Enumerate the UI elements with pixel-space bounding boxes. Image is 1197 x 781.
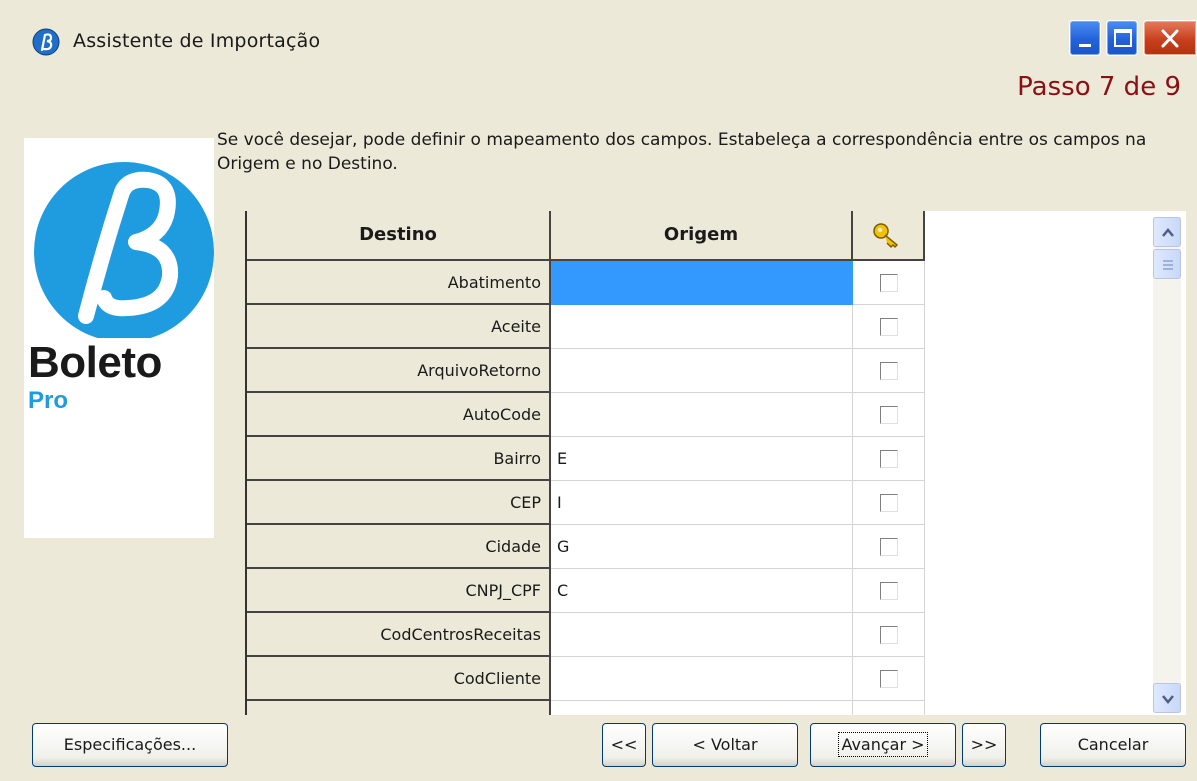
import-wizard-window: Assistente de Importação Passo 7 de 9 Bo…	[0, 0, 1197, 781]
logo-subtitle: Pro	[28, 387, 69, 414]
scroll-up-button[interactable]	[1153, 217, 1181, 247]
origem-cell[interactable]: E	[551, 437, 853, 481]
back-button-label: < Voltar	[692, 735, 758, 754]
field-mapping-grid[interactable]: Destino Origem Abatimento Aceite ArquivoRe…	[234, 211, 1186, 715]
key-cell	[853, 525, 925, 569]
key-icon	[873, 223, 898, 248]
destino-cell: Abatimento	[247, 261, 551, 305]
destino-cell: CEP	[247, 481, 551, 525]
grid-content: Destino Origem Abatimento Aceite ArquivoRe…	[234, 211, 1153, 715]
table-row[interactable]: Bairro E	[247, 437, 925, 481]
destino-cell: Cidade	[247, 525, 551, 569]
title-bar[interactable]: Assistente de Importação	[0, 0, 1197, 82]
table-row[interactable]: Abatimento	[247, 261, 925, 305]
last-step-button-label: >>	[970, 735, 998, 754]
instructions-text: Se você desejar, pode definir o mapeamen…	[217, 130, 1147, 174]
origem-cell[interactable]: C	[551, 569, 853, 613]
chevron-down-icon	[1162, 695, 1174, 704]
origem-cell[interactable]	[551, 261, 853, 305]
key-checkbox[interactable]	[880, 582, 898, 600]
table-row-partial	[247, 701, 925, 715]
step-indicator: Passo 7 de 9	[1017, 72, 1181, 102]
maximize-icon	[1114, 29, 1132, 47]
table-row[interactable]: Aceite	[247, 305, 925, 349]
key-checkbox[interactable]	[880, 318, 898, 336]
app-icon	[32, 28, 60, 56]
key-checkbox[interactable]	[880, 450, 898, 468]
key-checkbox[interactable]	[880, 626, 898, 644]
key-checkbox[interactable]	[880, 274, 898, 292]
column-header-origem[interactable]: Origem	[551, 211, 853, 261]
key-checkbox[interactable]	[880, 494, 898, 512]
grip-icon	[1163, 260, 1173, 270]
table-row[interactable]: CNPJ_CPF C	[247, 569, 925, 613]
destino-cell: CodCliente	[247, 657, 551, 701]
first-step-button-label: <<	[610, 735, 638, 754]
boleto-pro-logo	[34, 162, 214, 338]
last-step-button[interactable]: >>	[962, 723, 1006, 767]
key-cell	[853, 349, 925, 393]
window-title: Assistente de Importação	[73, 30, 321, 52]
key-cell	[853, 437, 925, 481]
next-button-label: Avançar >	[838, 732, 928, 757]
close-icon	[1161, 29, 1179, 48]
origem-cell[interactable]	[551, 613, 853, 657]
next-button[interactable]: Avançar >	[810, 723, 956, 767]
origem-cell[interactable]: I	[551, 481, 853, 525]
destino-cell: AutoCode	[247, 393, 551, 437]
key-cell	[853, 305, 925, 349]
key-cell	[853, 261, 925, 305]
destino-cell: Bairro	[247, 437, 551, 481]
close-button[interactable]	[1143, 20, 1197, 56]
key-checkbox[interactable]	[880, 362, 898, 380]
chevron-up-icon	[1162, 228, 1174, 237]
origem-cell	[551, 701, 853, 715]
destino-cell: Aceite	[247, 305, 551, 349]
scroll-down-button[interactable]	[1153, 683, 1181, 713]
key-cell	[853, 393, 925, 437]
key-checkbox[interactable]	[880, 538, 898, 556]
specifications-button-label: Especificações...	[63, 735, 197, 754]
cancel-button[interactable]: Cancelar	[1040, 723, 1186, 767]
minimize-icon	[1079, 44, 1091, 47]
destino-cell: CNPJ_CPF	[247, 569, 551, 613]
key-cell	[853, 701, 925, 715]
specifications-button[interactable]: Especificações...	[32, 723, 228, 767]
logo-wordmark: Boleto	[28, 338, 162, 387]
column-header-key[interactable]	[853, 211, 925, 261]
destino-cell	[247, 701, 551, 715]
key-cell	[853, 657, 925, 701]
column-header-destino[interactable]: Destino	[247, 211, 551, 261]
table-row[interactable]: CodCliente	[247, 657, 925, 701]
key-cell	[853, 569, 925, 613]
logo-panel: Boleto Pro	[24, 138, 214, 538]
row-indicator-column	[234, 211, 247, 715]
origem-cell[interactable]: G	[551, 525, 853, 569]
key-cell	[853, 481, 925, 525]
origem-cell[interactable]	[551, 305, 853, 349]
cancel-button-label: Cancelar	[1077, 735, 1149, 754]
vertical-scrollbar[interactable]	[1153, 217, 1181, 713]
back-button[interactable]: < Voltar	[652, 723, 798, 767]
key-cell	[853, 613, 925, 657]
origem-cell[interactable]	[551, 393, 853, 437]
table-row[interactable]: Cidade G	[247, 525, 925, 569]
table-row[interactable]: CEP I	[247, 481, 925, 525]
table-row[interactable]: AutoCode	[247, 393, 925, 437]
origem-cell[interactable]	[551, 657, 853, 701]
scroll-thumb[interactable]	[1153, 249, 1181, 279]
key-checkbox[interactable]	[880, 406, 898, 424]
origem-cell[interactable]	[551, 349, 853, 393]
first-step-button[interactable]: <<	[602, 723, 646, 767]
minimize-button[interactable]	[1069, 20, 1101, 56]
table-row[interactable]: ArquivoRetorno	[247, 349, 925, 393]
table-row[interactable]: CodCentrosReceitas	[247, 613, 925, 657]
destino-cell: CodCentrosReceitas	[247, 613, 551, 657]
destino-cell: ArquivoRetorno	[247, 349, 551, 393]
key-checkbox[interactable]	[880, 670, 898, 688]
maximize-button[interactable]	[1106, 20, 1138, 56]
